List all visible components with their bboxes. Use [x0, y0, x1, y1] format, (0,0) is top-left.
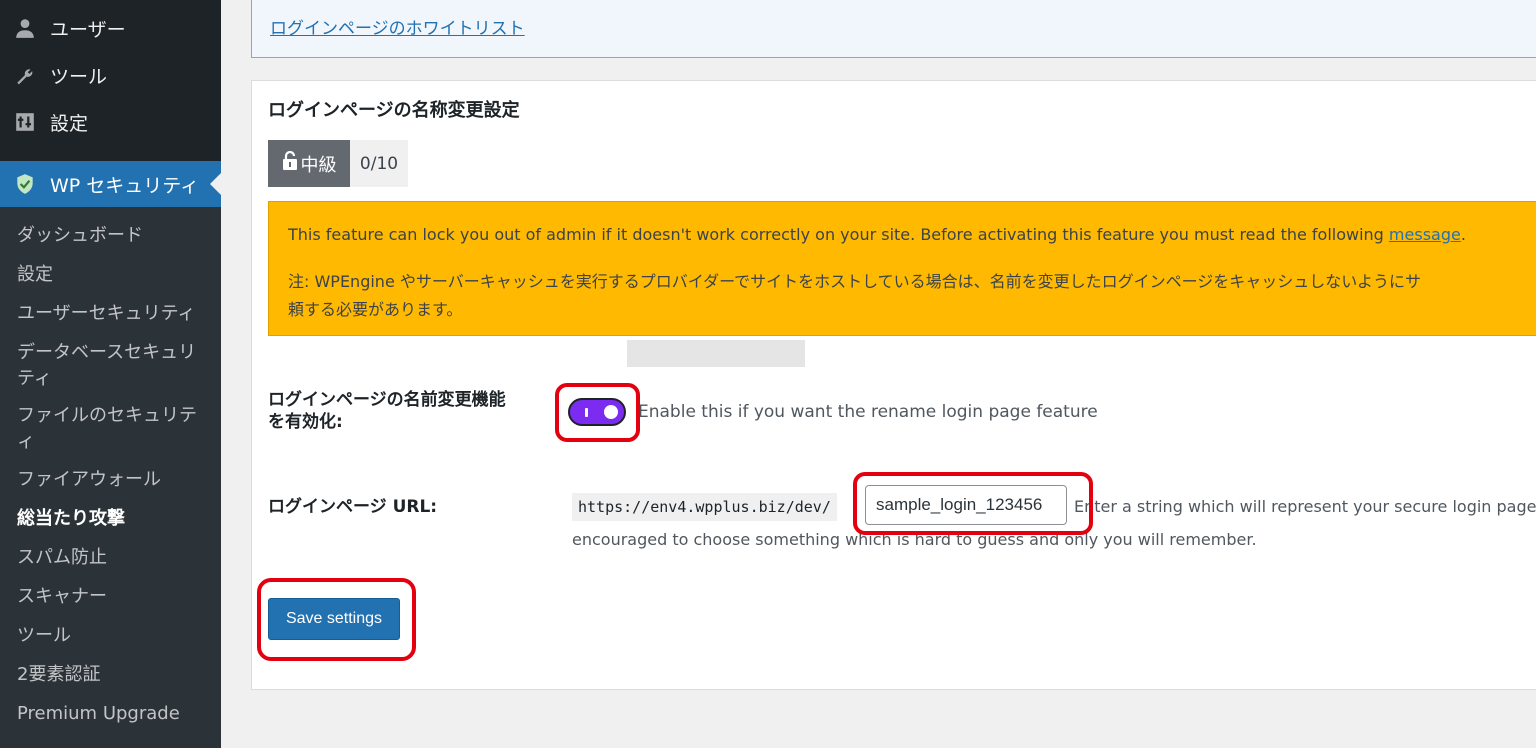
warning-text-end: .	[1460, 225, 1466, 244]
submenu-item-settings[interactable]: 設定	[17, 262, 207, 288]
enable-label-line1: ログインページの名前変更機能	[268, 390, 506, 410]
submenu-item-file-security[interactable]: ファイルのセキュリティ	[17, 403, 207, 455]
warning-message-link[interactable]: message	[1389, 225, 1461, 244]
enable-rename-toggle[interactable]	[568, 398, 626, 426]
submenu-item-spam-prevention[interactable]: スパム防止	[17, 545, 207, 571]
settings-icon	[0, 111, 50, 133]
badge-score: 0/10	[350, 140, 408, 187]
login-url-input[interactable]	[865, 485, 1067, 525]
security-level-badge: 中級 0/10	[268, 140, 408, 187]
enable-rename-label: ログインページの名前変更機能 を有効化:	[268, 389, 506, 433]
enable-rename-description: Enable this if you want the rename login…	[638, 402, 1098, 422]
submenu-item-two-factor[interactable]: 2要素認証	[17, 662, 207, 688]
section-title: ログインページの名称変更設定	[268, 100, 520, 121]
info-notice: ログインページのホワイトリスト	[251, 0, 1536, 58]
login-whitelist-link[interactable]: ログインページのホワイトリスト	[270, 14, 525, 39]
menu-item-wp-security[interactable]: WP セキュリティ	[0, 161, 221, 207]
submenu-item-tools[interactable]: ツール	[17, 623, 207, 649]
submenu-item-firewall[interactable]: ファイアウォール	[17, 467, 207, 493]
submenu-item-dashboard[interactable]: ダッシュボード	[17, 223, 207, 249]
login-url-label: ログインページ URL:	[268, 497, 438, 517]
login-url-description-1: Enter a string which will represent your…	[1074, 497, 1536, 516]
menu-item-users[interactable]: ユーザー	[0, 5, 221, 51]
menu-item-label: ツール	[50, 65, 108, 88]
warning-text: This feature can lock you out of admin i…	[288, 225, 1389, 244]
menu-item-tools[interactable]: ツール	[0, 52, 221, 98]
placeholder-bar	[627, 340, 805, 367]
menu-item-settings[interactable]: 設定	[0, 99, 221, 145]
lock-icon	[282, 150, 298, 176]
toggle-knob	[604, 405, 618, 419]
settings-card	[251, 80, 1536, 690]
wrench-icon	[0, 64, 50, 86]
warning-line-2: 注: WPEngine やサーバーキャッシュを実行するプロバイダーでサイトをホス…	[288, 272, 1421, 291]
shield-icon	[0, 173, 50, 195]
menu-item-label: WP セキュリティ	[50, 174, 200, 197]
login-url-description-2: encouraged to choose something which is …	[572, 530, 1257, 549]
save-settings-button[interactable]: Save settings	[268, 598, 400, 640]
badge-level: 中級	[268, 140, 350, 187]
warning-notice: This feature can lock you out of admin i…	[268, 201, 1536, 336]
active-indicator	[210, 173, 221, 195]
user-icon	[0, 17, 50, 39]
submenu-item-user-security[interactable]: ユーザーセキュリティ	[17, 301, 207, 327]
submenu-item-premium-upgrade[interactable]: Premium Upgrade	[17, 701, 207, 727]
login-url-prefix: https://env4.wpplus.biz/dev/	[572, 493, 837, 521]
warning-line-3: 頼する必要があります。	[288, 300, 463, 319]
submenu-item-database-security[interactable]: データベースセキュリティ	[17, 340, 207, 392]
badge-level-text: 中級	[300, 154, 337, 176]
submenu-item-brute-force[interactable]: 総当たり攻撃	[17, 506, 207, 532]
enable-label-line2: を有効化:	[268, 412, 343, 432]
warning-line-1: This feature can lock you out of admin i…	[288, 225, 1466, 244]
admin-sidebar: ユーザー ツール 設定 WP セキュリティ ダッシュボード 設定 ユーザーセキュ…	[0, 0, 221, 748]
menu-item-label: ユーザー	[50, 18, 126, 41]
menu-item-label: 設定	[50, 112, 89, 135]
submenu: ダッシュボード 設定 ユーザーセキュリティ データベースセキュリティ ファイルの…	[0, 207, 221, 748]
submenu-item-scanner[interactable]: スキャナー	[17, 584, 207, 610]
toggle-on-mark	[585, 408, 588, 417]
